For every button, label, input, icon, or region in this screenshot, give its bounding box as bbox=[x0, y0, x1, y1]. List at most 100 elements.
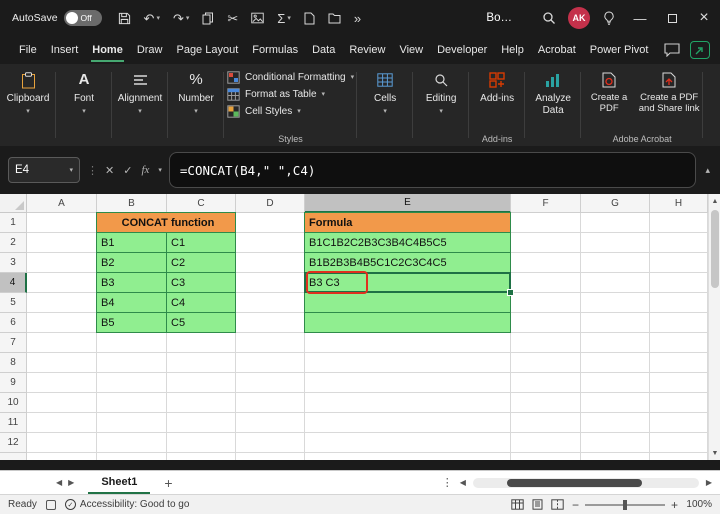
column-header-G[interactable]: G bbox=[581, 194, 650, 213]
cell-B2[interactable]: B1 bbox=[96, 232, 167, 253]
select-all-button[interactable] bbox=[0, 194, 27, 213]
insert-picture-button[interactable] bbox=[251, 12, 264, 24]
zoom-level[interactable]: 100% bbox=[684, 499, 712, 510]
comments-button[interactable] bbox=[664, 43, 680, 57]
autosum-button[interactable]: Σ▾ bbox=[277, 12, 291, 25]
name-box-splitter[interactable]: ⋮ bbox=[87, 164, 98, 177]
cut-button[interactable]: ✂ bbox=[227, 12, 238, 25]
vertical-scrollbar[interactable]: ▲ ▼ bbox=[708, 194, 720, 460]
previous-sheet-button[interactable]: ◀ bbox=[56, 478, 62, 487]
confirm-entry-button[interactable]: ✓ bbox=[123, 164, 132, 177]
column-header-B[interactable]: B bbox=[97, 194, 167, 213]
column-header-H[interactable]: H bbox=[650, 194, 708, 213]
search-button[interactable] bbox=[534, 0, 564, 36]
styles-group-label[interactable]: Styles bbox=[278, 131, 303, 146]
cell-B6[interactable]: B5 bbox=[96, 312, 167, 333]
cell-C3[interactable]: C2 bbox=[166, 252, 236, 273]
horizontal-scroll-thumb[interactable] bbox=[507, 479, 643, 487]
row-header-5[interactable]: 5 bbox=[0, 293, 27, 313]
row-header-6[interactable]: 6 bbox=[0, 313, 27, 333]
ribbon-tab-formulas[interactable]: Formulas bbox=[245, 36, 305, 64]
ribbon-tab-developer[interactable]: Developer bbox=[430, 36, 494, 64]
column-header-E[interactable]: E bbox=[305, 194, 511, 213]
column-header-C[interactable]: C bbox=[167, 194, 236, 213]
format-as-table-button[interactable]: Format as Table ▾ bbox=[227, 88, 354, 101]
ribbon-tab-power-pivot[interactable]: Power Pivot bbox=[583, 36, 656, 64]
cell-E1[interactable]: Formula bbox=[304, 212, 511, 233]
worksheet-grid[interactable]: ABCDEFGH123456789101112CONCAT functionFo… bbox=[0, 194, 708, 460]
share-button[interactable] bbox=[690, 41, 710, 59]
cell-E2[interactable]: B1C1B2C2B3C3B4C4B5C5 bbox=[304, 232, 511, 253]
cell-E6[interactable] bbox=[304, 312, 511, 333]
row-header-10[interactable]: 10 bbox=[0, 393, 27, 413]
row-header-12[interactable]: 12 bbox=[0, 433, 27, 453]
cell-E5[interactable] bbox=[304, 292, 511, 313]
ribbon-tab-draw[interactable]: Draw bbox=[130, 36, 170, 64]
cell-B3[interactable]: B2 bbox=[96, 252, 167, 273]
row-header-4[interactable]: 4 bbox=[0, 273, 27, 293]
scroll-down-icon[interactable]: ▼ bbox=[709, 446, 720, 460]
clipboard-button[interactable]: Clipboard ▾ bbox=[3, 67, 53, 115]
cell-C2[interactable]: C1 bbox=[166, 232, 236, 253]
name-box[interactable]: E4 ▾ bbox=[8, 157, 80, 183]
cell-C5[interactable]: C4 bbox=[166, 292, 236, 313]
tab-options-button[interactable]: ⋮ bbox=[442, 476, 453, 489]
add-ins-button[interactable]: Add-ins bbox=[472, 67, 522, 105]
zoom-in-button[interactable]: + bbox=[671, 498, 678, 512]
cell-styles-button[interactable]: Cell Styles ▾ bbox=[227, 105, 354, 118]
ribbon-tab-data[interactable]: Data bbox=[305, 36, 342, 64]
insert-function-button[interactable]: fx bbox=[141, 164, 149, 176]
accessibility-status[interactable]: ✓ Accessibility: Good to go bbox=[65, 499, 190, 510]
vertical-scroll-thumb[interactable] bbox=[711, 210, 719, 288]
autosave-toggle[interactable]: Off bbox=[64, 10, 102, 26]
next-sheet-button[interactable]: ▶ bbox=[68, 478, 74, 487]
ribbon-tab-home[interactable]: Home bbox=[85, 36, 130, 64]
zoom-slider-thumb[interactable] bbox=[623, 500, 627, 510]
cell-B4[interactable]: B3 bbox=[96, 272, 167, 293]
conditional-formatting-button[interactable]: Conditional Formatting ▾ bbox=[227, 71, 354, 84]
create-pdf-button[interactable]: Create a PDF bbox=[584, 67, 634, 115]
undo-button[interactable]: ↶▾ bbox=[144, 12, 160, 25]
column-header-D[interactable]: D bbox=[236, 194, 305, 213]
close-button[interactable]: × bbox=[688, 0, 720, 36]
create-pdf-share-button[interactable]: Create a PDF and Share link bbox=[638, 67, 700, 115]
ribbon-tab-page-layout[interactable]: Page Layout bbox=[169, 36, 245, 64]
page-layout-view-icon[interactable] bbox=[531, 499, 544, 510]
formula-input[interactable]: =CONCAT(B4," ",C4) bbox=[169, 152, 697, 188]
scroll-right-icon[interactable]: ▶ bbox=[706, 478, 712, 487]
open-file-button[interactable] bbox=[328, 12, 341, 24]
sheet-tab-sheet1[interactable]: Sheet1 bbox=[88, 471, 150, 494]
ribbon-tab-acrobat[interactable]: Acrobat bbox=[531, 36, 583, 64]
number-button[interactable]: % Number ▾ bbox=[171, 67, 221, 115]
ribbon-tab-view[interactable]: View bbox=[392, 36, 430, 64]
analyze-data-button[interactable]: Analyze Data bbox=[528, 67, 578, 116]
page-break-view-icon[interactable] bbox=[551, 499, 564, 510]
fill-handle[interactable] bbox=[507, 289, 514, 296]
normal-view-icon[interactable] bbox=[511, 499, 524, 510]
redo-button[interactable]: ↷▾ bbox=[173, 12, 189, 25]
zoom-out-button[interactable]: − bbox=[572, 498, 579, 512]
ribbon-tab-file[interactable]: File bbox=[12, 36, 44, 64]
font-button[interactable]: A Font ▾ bbox=[59, 67, 109, 115]
ribbon-tab-review[interactable]: Review bbox=[342, 36, 392, 64]
cell-C6[interactable]: C5 bbox=[166, 312, 236, 333]
new-sheet-button[interactable]: + bbox=[164, 475, 172, 491]
column-header-F[interactable]: F bbox=[511, 194, 581, 213]
minimize-button[interactable]: — bbox=[624, 0, 656, 36]
cancel-entry-button[interactable]: ✕ bbox=[105, 164, 114, 177]
scroll-left-icon[interactable]: ◀ bbox=[460, 478, 466, 487]
zoom-slider[interactable] bbox=[585, 504, 665, 506]
row-header-1[interactable]: 1 bbox=[0, 213, 27, 233]
row-header-8[interactable]: 8 bbox=[0, 353, 27, 373]
row-header-3[interactable]: 3 bbox=[0, 253, 27, 273]
row-header-partial[interactable] bbox=[0, 453, 27, 460]
ribbon-tab-help[interactable]: Help bbox=[494, 36, 531, 64]
scroll-up-icon[interactable]: ▲ bbox=[709, 194, 720, 208]
macro-record-icon[interactable] bbox=[46, 500, 56, 510]
restore-button[interactable] bbox=[656, 0, 688, 36]
cell-E3[interactable]: B1B2B3B4B5C1C2C3C4C5 bbox=[304, 252, 511, 273]
save-button[interactable] bbox=[118, 12, 131, 25]
cells-button[interactable]: Cells ▾ bbox=[360, 67, 410, 115]
autosave-control[interactable]: AutoSave Off bbox=[12, 10, 102, 26]
new-file-button[interactable] bbox=[304, 12, 315, 25]
